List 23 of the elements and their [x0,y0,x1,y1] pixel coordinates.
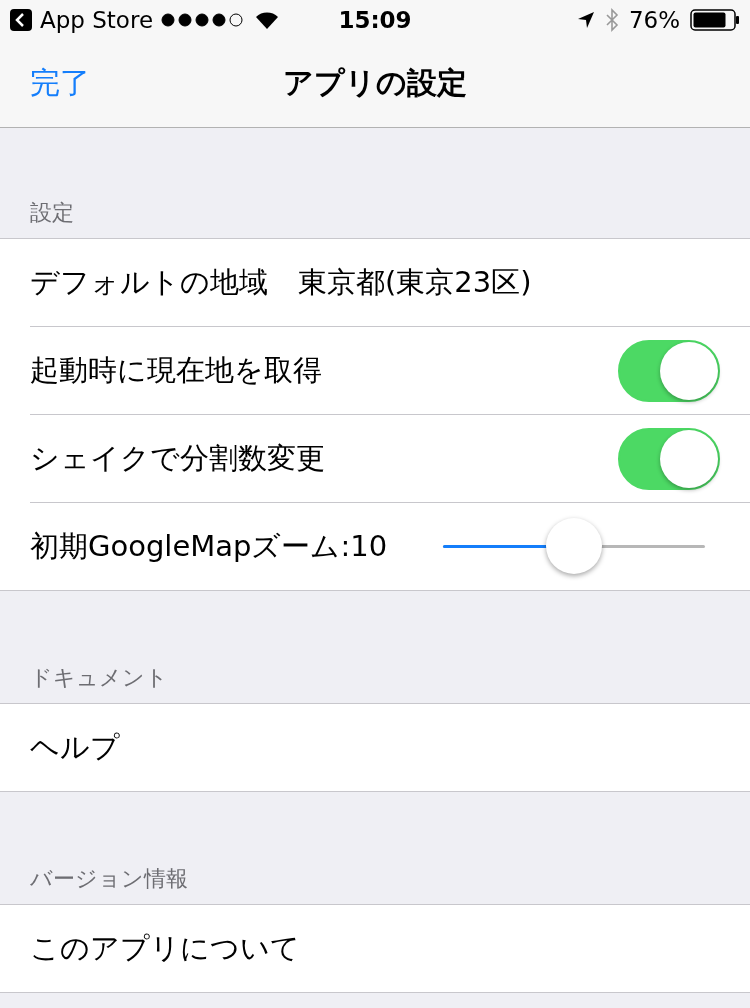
clock-time: 15:09 [338,7,412,33]
location-arrow-icon [576,11,595,29]
battery-percent: 76% [628,7,680,33]
wifi-icon [255,11,280,29]
bluetooth-icon [604,8,619,32]
toggle-switch[interactable] [618,427,720,490]
setting-label: 初期GoogleMapズーム:10 [30,527,388,565]
section-header: ドキュメント [30,664,168,692]
section-header: バージョン情報 [30,865,188,893]
menu-item[interactable]: このアプリについて [30,928,300,969]
back-app-label[interactable]: App Store [40,7,154,33]
setting-label: シェイクで分割数変更 [30,439,325,477]
setting-label: 起動時に現在地を取得 [30,351,322,389]
toggle-switch[interactable] [618,339,720,402]
slider-thumb[interactable] [546,518,602,574]
setting-value[interactable]: 東京都(東京23区) [298,262,532,303]
setting-label: デフォルトの地域 [30,263,268,301]
done-link[interactable]: 完了 [30,63,90,104]
back-icon[interactable] [10,9,32,31]
menu-item[interactable]: ヘルプ [30,727,120,768]
section-header: 設定 [30,199,74,227]
screen-title: アプリの設定 [283,64,467,102]
battery-icon [690,9,740,31]
